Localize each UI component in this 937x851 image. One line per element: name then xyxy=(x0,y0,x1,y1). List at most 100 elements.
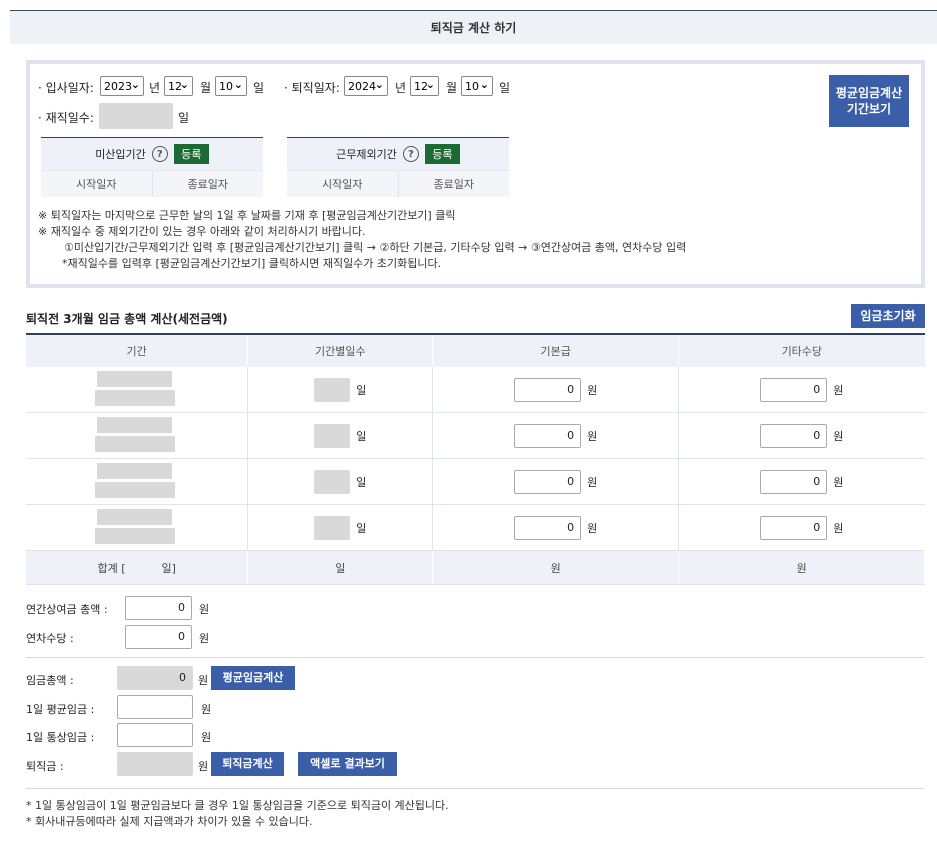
hire-date-label: · 입사일자: xyxy=(38,81,94,95)
annual-leave-label: 연차수당 : xyxy=(26,632,74,645)
chevron-down-icon: ⌄ xyxy=(130,78,140,91)
table-row: 일 0원 0원 xyxy=(26,504,925,551)
period-range xyxy=(26,367,247,412)
help-icon[interactable]: ? xyxy=(402,146,419,162)
annual-leave-unit: 원 xyxy=(199,632,210,645)
unincluded-period-table: 미산입기간 ? 등록 시작일자 종료일자 xyxy=(41,137,263,197)
start-date-header: 시작일자 xyxy=(287,171,399,197)
retire-year-unit: 년 xyxy=(395,81,407,95)
days-field[interactable] xyxy=(314,469,351,494)
avg-period-view-button[interactable]: 평균임금계산 기간보기 xyxy=(829,75,909,127)
divider xyxy=(26,788,925,789)
service-days-field[interactable] xyxy=(99,103,173,129)
other-allowance-input[interactable]: 0 xyxy=(760,469,828,494)
excluded-work-period-table: 근무제외기간 ? 등록 시작일자 종료일자 xyxy=(287,137,509,197)
other-allowance-input[interactable]: 0 xyxy=(760,515,828,540)
other-allowance-header: 기타수당 xyxy=(678,333,925,367)
end-date-header: 종료일자 xyxy=(187,178,228,191)
base-pay-input[interactable]: 0 xyxy=(514,423,582,448)
base-pay-input[interactable]: 0 xyxy=(514,515,582,540)
retire-day-unit: 일 xyxy=(499,81,511,95)
chevron-down-icon: ⌄ xyxy=(179,78,189,91)
chevron-down-icon: ⌄ xyxy=(233,78,243,91)
severance-unit: 원 xyxy=(198,760,209,773)
base-pay-input[interactable]: 0 xyxy=(514,377,582,402)
base-pay-header: 기본급 xyxy=(432,333,680,367)
retire-month-unit: 월 xyxy=(446,81,458,95)
wage-section-title: 퇴직전 3개월 임금 총액 계산(세전금액) xyxy=(26,312,228,326)
chevron-down-icon: ⌄ xyxy=(425,78,435,91)
hire-month-select[interactable]: 12 ⌄ xyxy=(164,76,193,96)
unincluded-period-title: 미산입기간 xyxy=(95,148,146,161)
wage-table: 기간 기간별일수 기본급 기타수당 일 0원 0원 일 0원 0원 일 0원 0… xyxy=(26,333,925,585)
severance-calc-button[interactable]: 퇴직금계산 xyxy=(211,752,284,776)
days-field[interactable] xyxy=(314,377,351,402)
daily-avg-unit: 원 xyxy=(201,703,212,716)
daily-avg-field[interactable] xyxy=(117,695,193,719)
annual-leave-input[interactable]: 0 xyxy=(125,625,192,649)
hire-year-select[interactable]: 2023 ⌄ xyxy=(100,76,144,96)
retire-day-select[interactable]: 10 ⌄ xyxy=(461,76,493,96)
hire-day-unit: 일 xyxy=(253,81,265,95)
wage-total-unit: 원 xyxy=(198,674,209,687)
period-range xyxy=(26,459,247,504)
bonus-label: 연간상여금 총액 : xyxy=(26,603,108,616)
daily-ordinary-label: 1일 통상임금 : xyxy=(26,731,95,744)
severance-field xyxy=(117,752,193,776)
period-header: 기간 xyxy=(26,333,249,367)
base-pay-input[interactable]: 0 xyxy=(514,469,582,494)
footer-note: * 1일 통상임금이 1일 평균임금보다 클 경우 1일 통상임금을 기준으로 … xyxy=(26,799,449,812)
note-line: ①미산입기간/근무제외기간 입력 후 [평균임금계산기간보기] 클릭 → ②하단… xyxy=(64,241,687,254)
daily-avg-label: 1일 평균임금 : xyxy=(26,703,95,716)
daily-ordinary-field[interactable] xyxy=(117,723,193,747)
divider xyxy=(26,657,925,658)
help-icon[interactable]: ? xyxy=(151,146,168,162)
footer-notes: * 1일 통상임금이 1일 평균임금보다 클 경우 1일 통상임금을 기준으로 … xyxy=(26,798,449,830)
bonus-input[interactable]: 0 xyxy=(125,596,192,620)
other-allowance-input[interactable]: 0 xyxy=(760,423,828,448)
excluded-work-period-title: 근무제외기간 xyxy=(336,148,397,161)
chevron-down-icon: ⌄ xyxy=(479,78,489,91)
chevron-down-icon: ⌄ xyxy=(374,78,384,91)
wage-reset-button[interactable]: 임금초기화 xyxy=(851,304,925,328)
hire-month-unit: 월 xyxy=(200,81,212,95)
bonus-unit: 원 xyxy=(199,603,210,616)
page-title: 퇴직금 계산 하기 xyxy=(10,10,937,44)
retire-month-select[interactable]: 12 ⌄ xyxy=(410,76,439,96)
hire-day-select[interactable]: 10 ⌄ xyxy=(215,76,247,96)
note-line: *재직일수를 입력후 [평균임금계산기간보기] 클릭하시면 재직일수가 초기화됩… xyxy=(62,257,442,270)
total-row: 합계 [일] 일 원 원 xyxy=(26,550,925,585)
end-date-header: 종료일자 xyxy=(433,178,474,191)
period-range xyxy=(26,413,247,458)
days-header: 기간별일수 xyxy=(247,333,434,367)
start-date-header: 시작일자 xyxy=(41,171,153,197)
period-range xyxy=(26,505,247,550)
register-unincluded-button[interactable]: 등록 xyxy=(173,144,209,164)
note-line: ※ 재직일수 중 제외기간이 있는 경우 아래와 같이 처리하시기 바랍니다. xyxy=(38,225,366,238)
table-row: 일 0원 0원 xyxy=(26,458,925,505)
total-base-pay: 원 xyxy=(432,550,680,585)
table-row: 일 0원 0원 xyxy=(26,367,925,413)
wage-total-field: 0 xyxy=(117,666,193,690)
hire-year-unit: 년 xyxy=(149,81,161,95)
excel-result-button[interactable]: 액셀로 결과보기 xyxy=(298,752,397,776)
note-line: ※ 퇴직일자는 마지막으로 근무한 날의 1일 후 날짜를 기재 후 [평균임금… xyxy=(38,209,456,222)
table-row: 일 0원 0원 xyxy=(26,412,925,459)
retire-year-select[interactable]: 2024 ⌄ xyxy=(344,76,388,96)
days-field[interactable] xyxy=(314,515,351,540)
total-label: 합계 [일] xyxy=(26,550,249,585)
total-days: 일 xyxy=(247,550,434,585)
avg-wage-calc-button[interactable]: 평균임금계산 xyxy=(211,666,295,690)
footer-note: * 회사내규등에따라 실제 지급액과가 차이가 있을 수 있습니다. xyxy=(26,815,313,828)
instruction-notes: ※ 퇴직일자는 마지막으로 근무한 날의 1일 후 날짜를 기재 후 [평균임금… xyxy=(38,208,686,272)
days-field[interactable] xyxy=(314,423,351,448)
service-days-unit: 일 xyxy=(178,111,190,125)
service-days-label: · 재직일수: xyxy=(38,111,94,125)
retire-date-label: · 퇴직일자: xyxy=(284,81,340,95)
register-excluded-button[interactable]: 등록 xyxy=(424,144,460,164)
wage-total-label: 임금총액 : xyxy=(26,674,74,687)
severance-label: 퇴직금 : xyxy=(26,760,64,773)
other-allowance-input[interactable]: 0 xyxy=(760,377,828,402)
daily-ordinary-unit: 원 xyxy=(201,731,212,744)
total-other-allowance: 원 xyxy=(678,550,925,585)
